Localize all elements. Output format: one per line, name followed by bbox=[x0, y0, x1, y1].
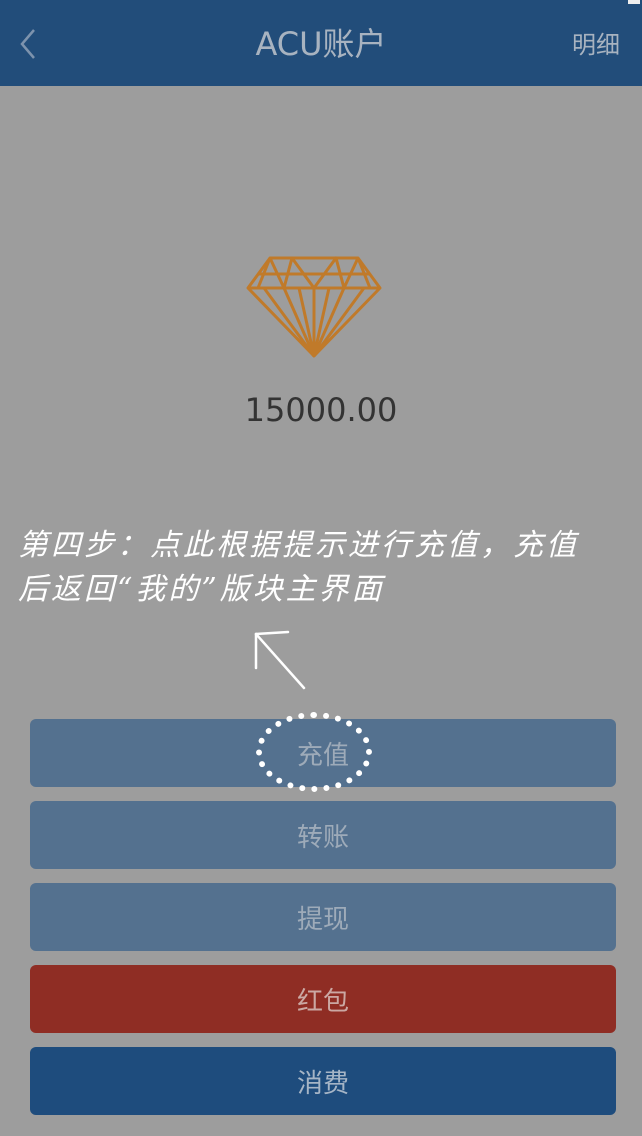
red-packet-button[interactable]: 红包 bbox=[30, 965, 616, 1033]
header-bar: ACU账户 明细 bbox=[0, 0, 642, 86]
red-packet-label: 红包 bbox=[296, 986, 349, 1017]
recharge-label: 充值 bbox=[296, 740, 349, 771]
diamond-icon bbox=[246, 256, 382, 358]
consume-label: 消费 bbox=[296, 1068, 349, 1099]
status-indicator bbox=[628, 0, 640, 4]
arrow-up-left-icon bbox=[254, 630, 306, 690]
instruction-text: 第四步：点此根据提示进行充值，充值 后返回“我的”版块主界面 bbox=[18, 524, 638, 612]
detail-button[interactable]: 明细 bbox=[572, 28, 620, 62]
withdraw-label: 提现 bbox=[296, 904, 349, 935]
recharge-button[interactable]: 充值 bbox=[30, 719, 616, 787]
instruction-line-1: 第四步：点此根据提示进行充值，充值 bbox=[18, 528, 579, 563]
account-content: 15000.00 第四步：点此根据提示进行充值，充值 后返回“我的”版块主界面 … bbox=[0, 86, 642, 1136]
consume-button[interactable]: 消费 bbox=[30, 1047, 616, 1115]
page-title: ACU账户 bbox=[255, 25, 387, 63]
withdraw-button[interactable]: 提现 bbox=[30, 883, 616, 951]
acu-balance: 15000.00 bbox=[244, 391, 398, 429]
transfer-button[interactable]: 转账 bbox=[30, 801, 616, 869]
instruction-line-2: 后返回“我的”版块主界面 bbox=[18, 572, 385, 607]
transfer-label: 转账 bbox=[296, 822, 349, 853]
